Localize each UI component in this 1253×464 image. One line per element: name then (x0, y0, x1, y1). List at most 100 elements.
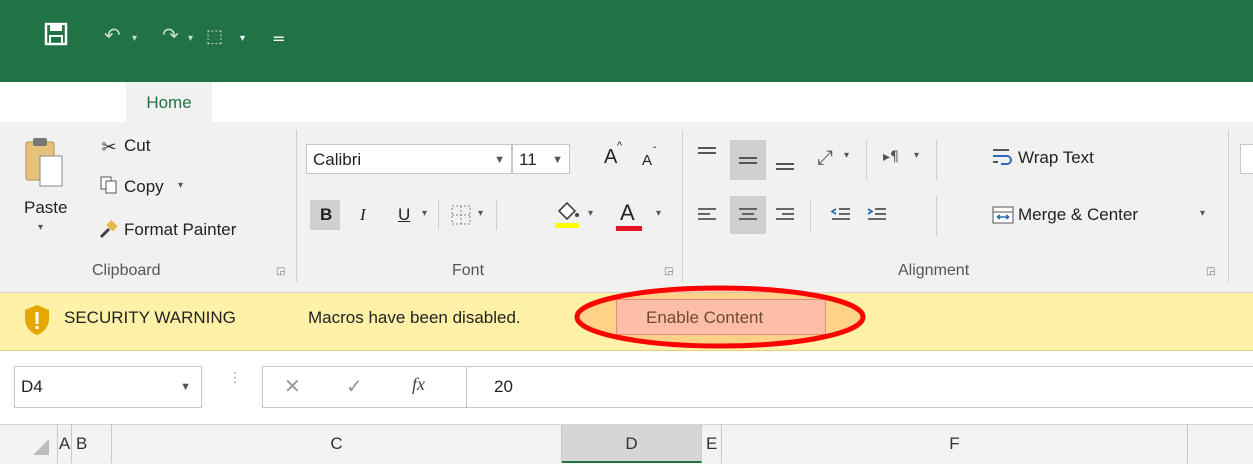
tab-developer[interactable]: Developer (1012, 84, 1090, 118)
paste-label[interactable]: Paste (24, 198, 67, 218)
fill-color-icon[interactable] (552, 198, 582, 230)
column-header-b[interactable]: B (72, 424, 112, 463)
tab-view[interactable]: View (912, 84, 949, 118)
paragraph-direction-icon[interactable]: ▸¶ (874, 144, 908, 170)
insert-function-button[interactable]: fx (412, 374, 425, 395)
shapes-dropdown-icon[interactable]: ▾ (240, 24, 245, 54)
cancel-icon[interactable]: ✕ (284, 374, 301, 398)
separator (682, 130, 683, 282)
column-header-f[interactable]: F (722, 424, 1188, 463)
font-launcher-icon[interactable]: ◲ (664, 266, 673, 277)
shield-warning-icon (24, 304, 50, 336)
tab-review[interactable]: Review (790, 84, 846, 118)
tab-add-ins[interactable]: Add-ins (1160, 84, 1218, 118)
redo-dropdown-icon[interactable]: ▾ (188, 24, 193, 54)
shapes-icon[interactable]: ⬚ (206, 22, 223, 52)
clipboard-group-label: Clipboard (92, 262, 161, 279)
font-color-dropdown-icon[interactable]: ▾ (656, 208, 661, 219)
separator (466, 366, 467, 408)
cut-icon: ✂ (101, 136, 117, 158)
tab-home[interactable]: Home (126, 82, 212, 124)
column-header-a[interactable]: A (58, 424, 72, 463)
security-warning-title: SECURITY WARNING (64, 308, 236, 327)
decrease-font-button[interactable]: A (642, 152, 652, 169)
undo-icon[interactable]: ↶ (104, 20, 121, 50)
separator (438, 200, 439, 230)
italic-button[interactable]: I (360, 205, 366, 225)
formula-input-box (262, 366, 1253, 408)
align-left-icon[interactable] (692, 200, 722, 230)
undo-dropdown-icon[interactable]: ▾ (132, 24, 137, 54)
paste-dropdown-icon[interactable]: ▾ (38, 222, 43, 233)
bottom-align-icon[interactable] (770, 146, 800, 176)
increase-font-icon: ^ (617, 140, 623, 152)
alignment-launcher-icon[interactable]: ◲ (1206, 266, 1215, 277)
enter-icon[interactable]: ✓ (346, 374, 363, 398)
separator (496, 200, 497, 230)
separator (810, 200, 811, 232)
tab-formulas[interactable]: Formulas (546, 84, 617, 118)
copy-dropdown-icon[interactable]: ▾ (178, 180, 183, 191)
column-header-c[interactable]: C (112, 424, 562, 463)
orientation-dropdown-icon[interactable]: ▾ (844, 150, 849, 161)
borders-dropdown-icon[interactable]: ▾ (478, 208, 483, 219)
clipboard-launcher-icon[interactable]: ◲ (276, 266, 285, 277)
chevron-down-icon: ▼ (494, 154, 505, 166)
chevron-down-icon: ▼ (180, 381, 191, 393)
font-family-value: Calibri (313, 150, 362, 169)
chevron-down-icon: ▼ (552, 154, 563, 166)
column-header-g[interactable] (1188, 424, 1253, 463)
name-box[interactable]: D4 ▼ (14, 366, 202, 408)
fill-color-dropdown-icon[interactable]: ▾ (588, 208, 593, 219)
decrease-font-icon: ˇ (653, 146, 657, 157)
tab-data[interactable]: Data (690, 84, 726, 118)
paragraph-direction-dropdown-icon[interactable]: ▾ (914, 150, 919, 161)
borders-icon[interactable] (448, 202, 474, 228)
column-header-e[interactable]: E (702, 424, 722, 463)
merge-center-button[interactable]: Merge & Center (1018, 205, 1138, 225)
underline-dropdown-icon[interactable]: ▾ (422, 208, 427, 219)
cut-button[interactable]: Cut (124, 136, 150, 156)
save-icon[interactable] (44, 22, 68, 55)
column-header-d[interactable]: D (562, 424, 702, 463)
merge-center-dropdown-icon[interactable]: ▾ (1200, 208, 1205, 219)
separator (866, 140, 867, 180)
paste-icon[interactable] (24, 136, 64, 188)
name-box-value: D4 (21, 377, 43, 396)
font-size-value: 11 (519, 150, 537, 169)
number-format-combo[interactable] (1240, 144, 1253, 174)
copy-icon (98, 174, 120, 196)
tab-insert[interactable]: Insert (262, 84, 305, 118)
decrease-indent-icon[interactable] (826, 200, 856, 230)
redo-icon[interactable]: ↷ (162, 20, 179, 50)
tab-file[interactable]: File (46, 84, 73, 118)
align-center-icon[interactable] (732, 200, 764, 230)
select-all-corner[interactable] (0, 424, 58, 463)
grip-icon[interactable]: ⋮ (228, 371, 242, 385)
font-group-label: Font (452, 262, 485, 279)
separator (936, 140, 937, 180)
font-color-swatch (616, 226, 642, 231)
top-align-icon[interactable] (692, 140, 722, 170)
wrap-text-button[interactable]: Wrap Text (1018, 148, 1094, 168)
wrap-text-icon (990, 144, 1016, 170)
middle-align-icon[interactable] (732, 144, 764, 176)
align-right-icon[interactable] (770, 200, 800, 230)
increase-indent-icon[interactable] (862, 200, 892, 230)
font-size-combo[interactable]: 11 ▼ (512, 144, 570, 174)
formula-input[interactable]: 20 (494, 377, 513, 397)
annotation-ellipse (572, 283, 868, 351)
customize-icon[interactable]: = (272, 24, 285, 54)
format-painter-button[interactable]: Format Painter (124, 220, 236, 240)
bold-button[interactable]: B (320, 205, 332, 225)
font-color-button[interactable]: A (620, 200, 635, 226)
copy-button[interactable]: Copy (124, 177, 164, 197)
tab-page-layout[interactable]: Page Layout (370, 84, 465, 118)
underline-button[interactable]: U (398, 205, 410, 225)
format-painter-icon (98, 218, 120, 240)
orientation-icon[interactable]: ⤢ (808, 142, 842, 172)
increase-font-button[interactable]: A (604, 146, 617, 169)
merge-center-icon (990, 202, 1016, 228)
alignment-group-label: Alignment (898, 262, 970, 279)
font-family-combo[interactable]: Calibri ▼ (306, 144, 512, 174)
